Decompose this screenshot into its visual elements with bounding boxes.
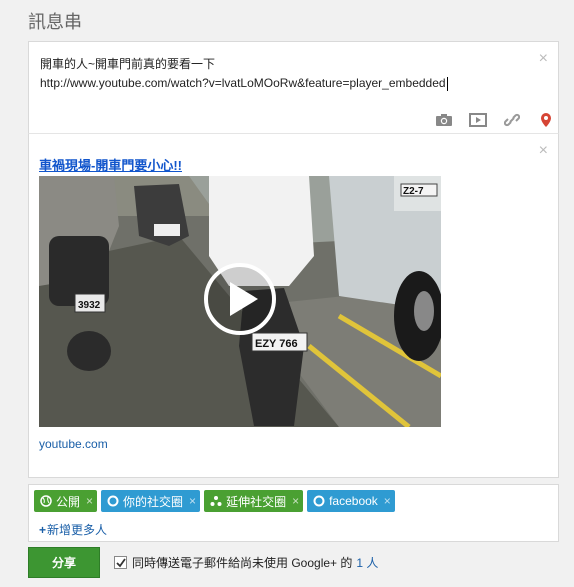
video-domain-link[interactable]: youtube.com xyxy=(39,437,108,451)
email-option: 同時傳送電子郵件給尚未使用 Google+ 的 1 人 xyxy=(114,554,378,571)
compose-text-line1: 開車的人~開車門前真的要看一下 xyxy=(40,57,216,71)
link-icon[interactable] xyxy=(502,112,522,128)
video-still-image: Z2-7 3932 EZY 766 xyxy=(39,176,441,427)
chip-extended-circles[interactable]: 延伸社交圈 × xyxy=(204,490,304,512)
checkmark-icon xyxy=(115,557,126,567)
video-icon[interactable] xyxy=(468,112,488,128)
chip-extended-circles-remove-icon[interactable]: × xyxy=(292,494,299,508)
compose-text-line2: http://www.youtube.com/watch?v=lvatLoMOo… xyxy=(40,76,446,90)
text-cursor xyxy=(446,76,448,91)
circle-icon xyxy=(313,495,325,507)
camera-icon[interactable] xyxy=(434,112,454,128)
compose-close-icon[interactable]: × xyxy=(539,50,548,68)
chip-public[interactable]: 公開 × xyxy=(34,490,98,512)
extended-circles-icon xyxy=(210,495,222,507)
compose-text[interactable]: 開車的人~開車門前真的要看一下 http://www.youtube.com/wa… xyxy=(40,55,510,93)
globe-icon xyxy=(40,495,52,507)
chip-facebook[interactable]: facebook × xyxy=(307,490,395,512)
chip-public-remove-icon[interactable]: × xyxy=(86,494,93,508)
email-checkbox[interactable] xyxy=(114,556,127,569)
circle-icon xyxy=(107,495,119,507)
chip-your-circles-label: 你的社交圈 xyxy=(123,494,184,509)
chip-facebook-label: facebook xyxy=(329,494,378,508)
chip-your-circles[interactable]: 你的社交圈 × xyxy=(101,490,201,512)
plus-icon: + xyxy=(39,523,47,537)
attachment-toolbar xyxy=(434,112,556,128)
preview-close-icon[interactable]: × xyxy=(539,142,548,160)
chip-facebook-remove-icon[interactable]: × xyxy=(384,494,391,508)
center-plate-text: EZY 766 xyxy=(255,338,298,350)
chip-public-label: 公開 xyxy=(56,494,81,509)
compose-box[interactable]: 開車的人~開車門前真的要看一下 http://www.youtube.com/wa… xyxy=(28,41,559,134)
email-count-link[interactable]: 1 人 xyxy=(356,554,378,571)
location-pin-icon[interactable] xyxy=(536,112,556,128)
share-button[interactable]: 分享 xyxy=(28,547,100,578)
video-title-link[interactable]: 車禍現場-開車門要小心!! xyxy=(39,155,182,174)
audience-chips: 公開 × 你的社交圈 × 延伸社交圈 × facebook × xyxy=(34,490,395,512)
share-with-box[interactable]: 公開 × 你的社交圈 × 延伸社交圈 × facebook × +新增更多人 xyxy=(28,484,559,542)
video-thumbnail[interactable]: Z2-7 3932 EZY 766 xyxy=(39,176,441,427)
email-label: 同時傳送電子郵件給尚未使用 Google+ 的 xyxy=(132,556,353,570)
add-more-label: 新增更多人 xyxy=(47,523,108,537)
car-plate-text: Z2-7 xyxy=(403,186,424,197)
link-preview: × 車禍現場-開車門要小心!! Z2-7 3932 EZY 766 youtub… xyxy=(28,133,559,478)
left-plate-text: 3932 xyxy=(78,300,101,311)
chip-your-circles-remove-icon[interactable]: × xyxy=(189,494,196,508)
chip-extended-circles-label: 延伸社交圈 xyxy=(226,494,287,509)
add-more-people-link[interactable]: +新增更多人 xyxy=(39,521,107,538)
stream-title: 訊息串 xyxy=(28,12,82,32)
